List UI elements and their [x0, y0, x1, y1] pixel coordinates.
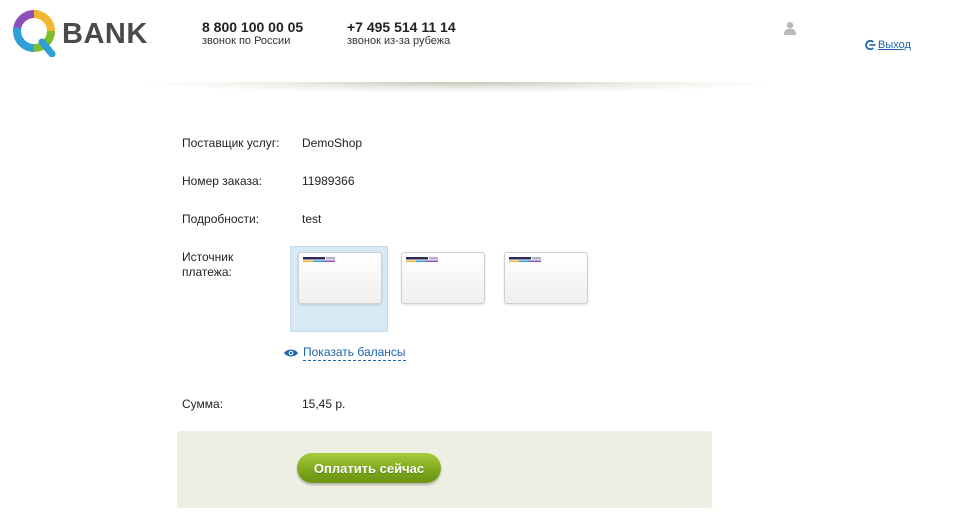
details-label: Подробности: [182, 212, 260, 226]
phone-note: звонок по России [202, 35, 291, 47]
user-icon[interactable] [783, 21, 797, 35]
phone-note: звонок из-за рубежа [347, 35, 451, 47]
details-value: test [302, 212, 322, 226]
payment-card-1[interactable] [298, 252, 382, 304]
logout-icon [865, 39, 876, 51]
order-number-label: Номер заказа: [182, 174, 263, 188]
payment-source-label-line1: Источник [182, 250, 234, 264]
phone-abroad: +7 495 514 11 14 звонок из-за рубежа [347, 19, 456, 48]
payment-source-label-line2: платежа: [182, 265, 232, 279]
sum-label: Сумма: [182, 397, 224, 411]
logout-label: Выход [878, 39, 911, 51]
payment-card-2[interactable] [401, 252, 485, 304]
phone-number: +7 495 514 11 14 [347, 19, 456, 35]
header-divider [60, 82, 860, 96]
show-balances-link[interactable]: Показать балансы [283, 345, 406, 361]
order-number-value: 11989366 [302, 174, 355, 188]
phone-number: 8 800 100 00 05 [202, 19, 304, 35]
card-brand-logo [406, 257, 438, 262]
provider-label: Поставщик услуг: [182, 136, 280, 150]
provider-value: DemoShop [302, 136, 363, 150]
pay-panel [177, 431, 712, 508]
card-brand-logo [303, 257, 335, 262]
logo-text: BANK [62, 18, 148, 50]
qbank-logo-icon [13, 10, 56, 57]
eye-icon [284, 349, 298, 357]
sum-value: 15,45 р. [302, 397, 346, 411]
phone-russia: 8 800 100 00 05 звонок по России [202, 19, 303, 48]
payment-source-label: Источник платежа: [182, 250, 233, 280]
show-balances-label: Показать балансы [303, 345, 406, 361]
logout-link[interactable]: Выход [864, 39, 911, 51]
pay-now-button[interactable]: Оплатить сейчас [297, 453, 441, 483]
qbank-logo[interactable]: BANK [12, 9, 152, 59]
card-brand-logo [509, 257, 541, 262]
payment-card-3[interactable] [504, 252, 588, 304]
